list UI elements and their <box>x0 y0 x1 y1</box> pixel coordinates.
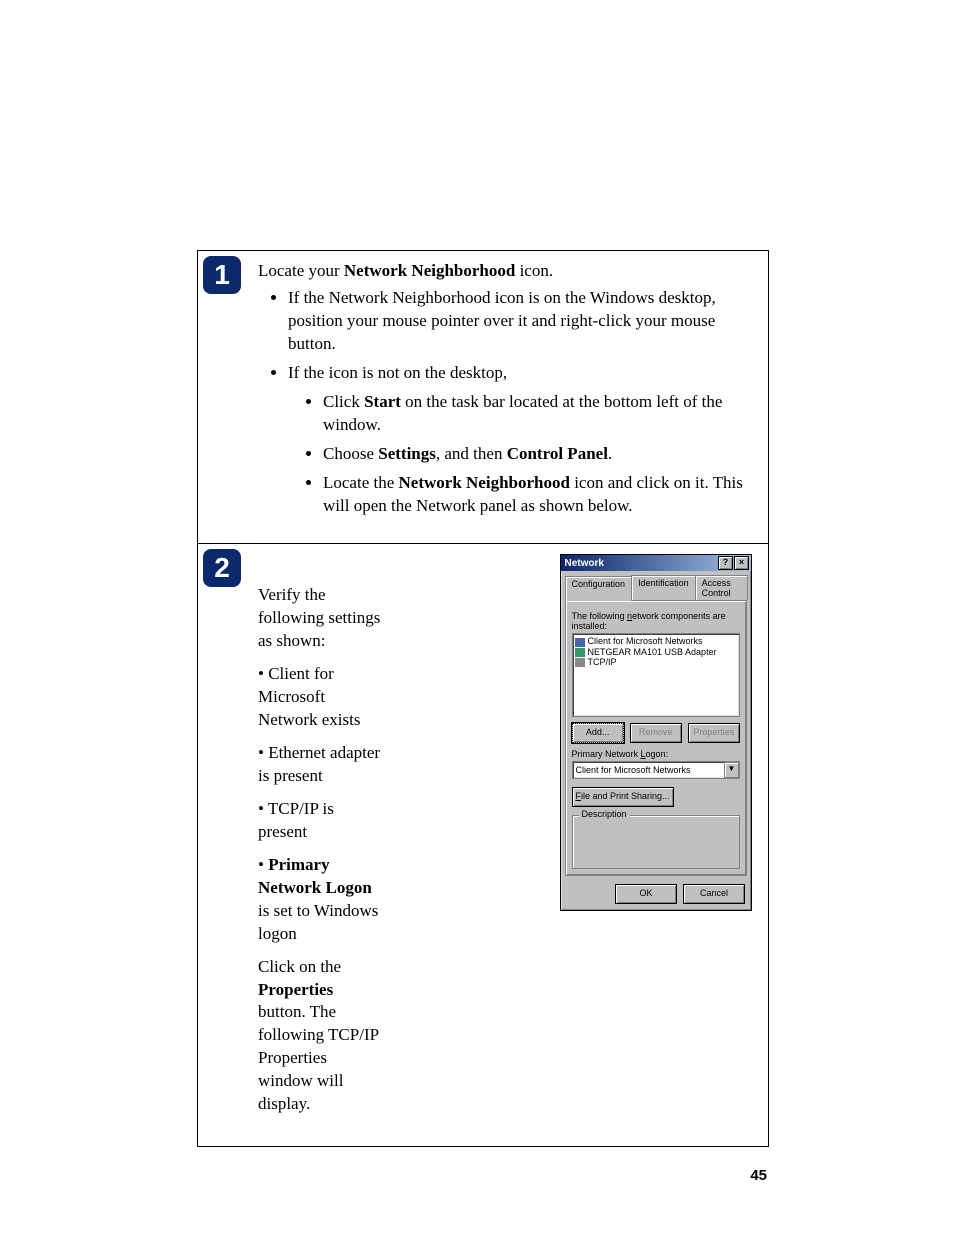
combo-value: Client for Microsoft Networks <box>576 765 691 775</box>
tab-configuration[interactable]: Configuration <box>565 576 633 601</box>
list-item: Click Start on the task bar located at t… <box>323 391 752 437</box>
list-item: If the icon is not on the desktop, Click… <box>288 362 752 518</box>
bold-text: Control Panel <box>507 444 608 463</box>
bold-text: Properties <box>258 980 333 999</box>
list-item[interactable]: NETGEAR MA101 USB Adapter <box>575 647 737 657</box>
step-badge-1: 1 <box>203 256 241 294</box>
text: Locate the <box>323 473 399 492</box>
bullet-list: If the Network Neighborhood icon is on t… <box>258 287 752 517</box>
text: , and then <box>436 444 507 463</box>
text: Verify the following settings as shown: <box>258 584 384 653</box>
list-item[interactable]: TCP/IP <box>575 657 737 667</box>
text: Client for Microsoft Networks <box>588 636 703 646</box>
list-item: If the Network Neighborhood icon is on t… <box>288 287 752 356</box>
file-print-sharing-button[interactable]: File and Print Sharing... <box>572 787 674 807</box>
step-2-row: 2 Verify the following settings as shown… <box>198 543 768 1146</box>
text: • <box>258 855 268 874</box>
tab-identification[interactable]: Identification <box>631 575 696 600</box>
dialog-title: Network <box>565 558 604 569</box>
list-item: Locate the Network Neighborhood icon and… <box>323 472 752 518</box>
adapter-icon <box>575 648 585 657</box>
tab-strip: Configuration Identification Access Cont… <box>561 571 751 600</box>
nested-list: Click Start on the task bar located at t… <box>288 391 752 518</box>
text: is set to Windows logon <box>258 901 378 943</box>
close-button[interactable]: × <box>734 556 749 570</box>
logon-label: Primary Network Logon: <box>572 749 740 759</box>
text: . <box>608 444 612 463</box>
properties-button[interactable]: Properties <box>688 723 740 743</box>
chevron-down-icon[interactable]: ▼ <box>724 762 739 778</box>
step-1-row: 1 Locate your Network Neighborhood icon.… <box>198 251 768 543</box>
description-legend: Description <box>579 809 630 819</box>
protocol-icon <box>575 658 585 667</box>
list-item: Choose Settings, and then Control Panel. <box>323 443 752 466</box>
add-button[interactable]: Add... <box>572 723 624 743</box>
text: Click on the <box>258 957 341 976</box>
tab-access-control[interactable]: Access Control <box>695 575 748 600</box>
tab-panel: The following network components are ins… <box>565 600 747 876</box>
bold-text: Network Neighborhood <box>399 473 570 492</box>
bold-text: Primary Network Logon <box>258 855 372 897</box>
list-item[interactable]: Client for Microsoft Networks <box>575 636 737 646</box>
text: • Ethernet adapter is present <box>258 742 384 788</box>
description-groupbox: Description <box>572 815 740 869</box>
ok-button[interactable]: OK <box>615 884 677 904</box>
components-listbox[interactable]: Client for Microsoft Networks NETGEAR MA… <box>572 633 740 717</box>
text: NETGEAR MA101 USB Adapter <box>588 647 717 657</box>
remove-button[interactable]: Remove <box>630 723 682 743</box>
text: Choose <box>323 444 378 463</box>
client-icon <box>575 638 585 647</box>
step2-text: Verify the following settings as shown: … <box>258 554 384 1126</box>
network-dialog: Network ? × Configuration Identification… <box>560 554 752 911</box>
text: If the icon is not on the desktop, <box>288 363 507 382</box>
text: • Client for Microsoft Network exists <box>258 663 384 732</box>
components-label: The following network components are ins… <box>572 611 740 631</box>
cancel-button[interactable]: Cancel <box>683 884 745 904</box>
text: button. The following TCP/IP Properties … <box>258 1002 378 1113</box>
step1-intro: Locate your Network Neighborhood icon. <box>258 261 752 281</box>
text: TCP/IP <box>588 657 617 667</box>
step-badge-2: 2 <box>203 549 241 587</box>
text: Locate your <box>258 261 344 280</box>
text: • Primary Network Logon is set to Window… <box>258 854 384 946</box>
dialog-titlebar[interactable]: Network ? × <box>561 555 751 571</box>
text: Click on the Properties button. The foll… <box>258 956 384 1117</box>
bold-text: Network Neighborhood <box>344 261 515 280</box>
logon-combobox[interactable]: Client for Microsoft Networks ▼ <box>572 761 740 779</box>
text: icon. <box>515 261 553 280</box>
text: Click <box>323 392 364 411</box>
page-number: 45 <box>197 1167 767 1184</box>
bold-text: Settings <box>378 444 436 463</box>
bold-text: Start <box>364 392 401 411</box>
help-button[interactable]: ? <box>718 556 733 570</box>
text: • TCP/IP is present <box>258 798 384 844</box>
doc-table: 1 Locate your Network Neighborhood icon.… <box>197 250 769 1147</box>
